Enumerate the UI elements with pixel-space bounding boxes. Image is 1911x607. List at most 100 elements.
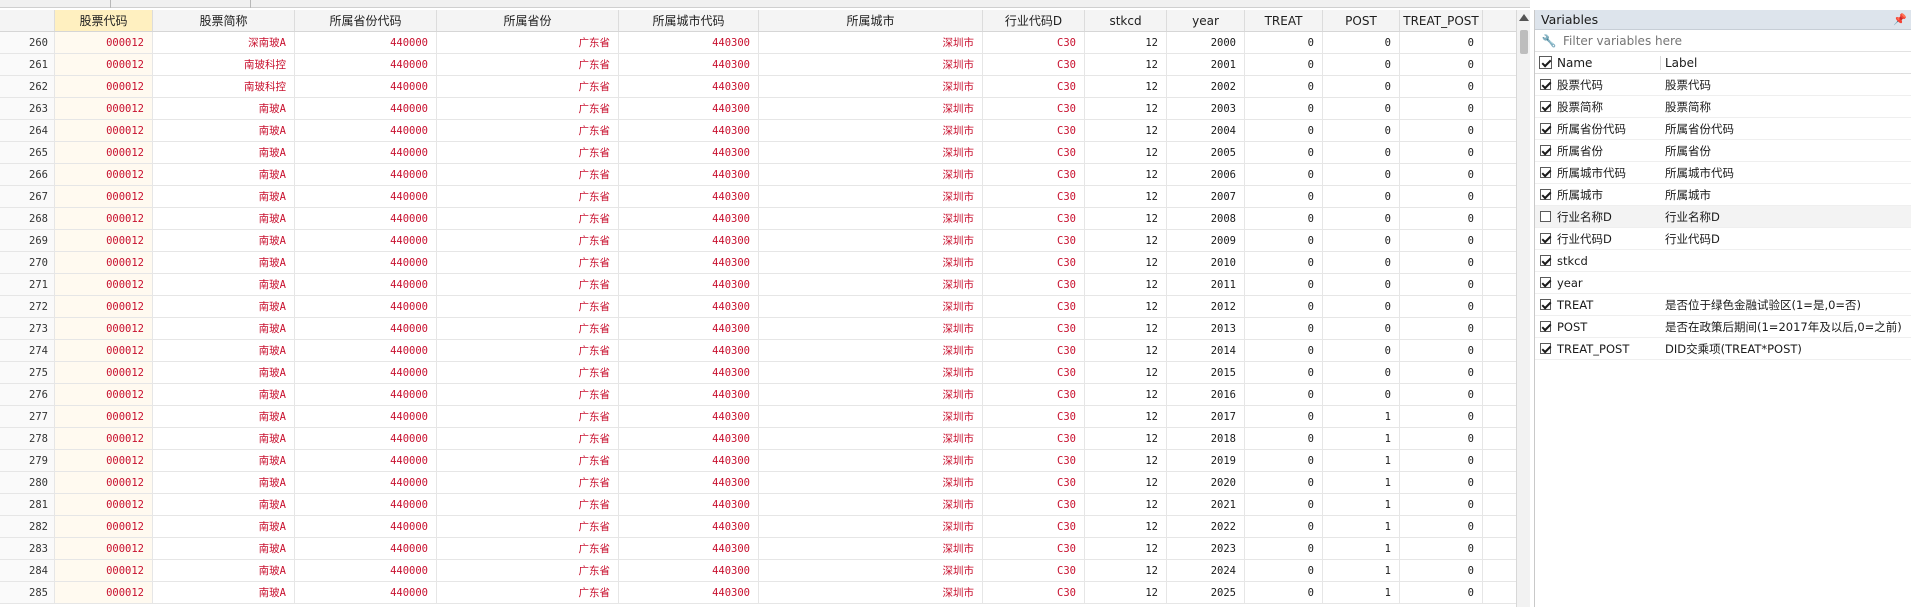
column-header[interactable]: 行业代码D <box>983 10 1085 31</box>
table-cell[interactable]: 440300 <box>619 560 759 581</box>
table-cell[interactable]: 0 <box>1400 208 1483 229</box>
table-cell[interactable]: 440000 <box>295 428 437 449</box>
table-cell[interactable]: 深圳市 <box>759 32 983 53</box>
table-cell[interactable]: 深圳市 <box>759 428 983 449</box>
table-cell[interactable]: 1 <box>1323 450 1400 471</box>
table-cell[interactable]: 广东省 <box>437 516 619 537</box>
table-cell[interactable]: 440300 <box>619 142 759 163</box>
table-cell[interactable]: C30 <box>983 296 1085 317</box>
table-cell[interactable]: 0 <box>1323 362 1400 383</box>
table-cell[interactable]: 0 <box>1323 142 1400 163</box>
table-cell[interactable]: 0 <box>1400 494 1483 515</box>
table-cell[interactable]: 12 <box>1085 428 1167 449</box>
table-cell[interactable]: 12 <box>1085 406 1167 427</box>
table-cell[interactable]: 深圳市 <box>759 582 983 603</box>
variable-row[interactable]: 行业代码D 行业代码D <box>1535 228 1911 250</box>
variable-row[interactable]: 所属城市代码 所属城市代码 <box>1535 162 1911 184</box>
table-cell[interactable]: 2005 <box>1167 142 1245 163</box>
variable-checkbox[interactable] <box>1539 145 1551 156</box>
table-cell[interactable]: 12 <box>1085 120 1167 141</box>
table-cell[interactable]: 2008 <box>1167 208 1245 229</box>
table-cell[interactable]: 0 <box>1323 120 1400 141</box>
table-cell[interactable]: 0 <box>1400 472 1483 493</box>
table-cell[interactable]: 0 <box>1400 582 1483 603</box>
table-cell[interactable]: 440300 <box>619 450 759 471</box>
table-cell[interactable]: 440300 <box>619 230 759 251</box>
table-cell[interactable]: 000012 <box>55 186 153 207</box>
name-column-header[interactable]: Name <box>1555 55 1661 70</box>
table-cell[interactable]: 南玻科控 <box>153 54 295 75</box>
variable-row[interactable]: 所属城市 所属城市 <box>1535 184 1911 206</box>
column-header[interactable]: 所属省份代码 <box>295 10 437 31</box>
table-cell[interactable]: 12 <box>1085 274 1167 295</box>
table-cell[interactable]: 深圳市 <box>759 76 983 97</box>
table-cell[interactable]: 广东省 <box>437 230 619 251</box>
table-cell[interactable]: 0 <box>1400 54 1483 75</box>
table-cell[interactable]: 广东省 <box>437 582 619 603</box>
scroll-thumb[interactable] <box>1520 30 1528 54</box>
table-cell[interactable]: 440300 <box>619 318 759 339</box>
variable-checkbox[interactable] <box>1539 343 1551 354</box>
table-cell[interactable]: 440000 <box>295 516 437 537</box>
table-cell[interactable]: 0 <box>1400 230 1483 251</box>
table-cell[interactable]: 000012 <box>55 472 153 493</box>
table-cell[interactable]: C30 <box>983 142 1085 163</box>
table-cell[interactable]: 440000 <box>295 120 437 141</box>
table-cell[interactable]: 广东省 <box>437 362 619 383</box>
table-cell[interactable]: C30 <box>983 252 1085 273</box>
table-cell[interactable]: 440300 <box>619 494 759 515</box>
table-cell[interactable]: 深圳市 <box>759 296 983 317</box>
table-cell[interactable]: 深圳市 <box>759 98 983 119</box>
table-cell[interactable]: 440000 <box>295 142 437 163</box>
table-cell[interactable]: 广东省 <box>437 538 619 559</box>
table-cell[interactable]: 广东省 <box>437 142 619 163</box>
column-header[interactable]: 所属省份 <box>437 10 619 31</box>
table-cell[interactable]: 南玻A <box>153 98 295 119</box>
table-cell[interactable]: 000012 <box>55 54 153 75</box>
table-cell[interactable]: 南玻A <box>153 120 295 141</box>
table-cell[interactable]: 0 <box>1400 32 1483 53</box>
table-cell[interactable]: 440300 <box>619 32 759 53</box>
variable-checkbox[interactable] <box>1539 277 1551 288</box>
table-cell[interactable]: C30 <box>983 494 1085 515</box>
table-cell[interactable]: 2015 <box>1167 362 1245 383</box>
table-cell[interactable]: 0 <box>1245 450 1323 471</box>
table-cell[interactable]: 1 <box>1323 472 1400 493</box>
column-header[interactable]: stkcd <box>1085 10 1167 31</box>
table-cell[interactable]: C30 <box>983 362 1085 383</box>
table-cell[interactable]: 440000 <box>295 318 437 339</box>
table-cell[interactable]: 0 <box>1245 494 1323 515</box>
variable-row[interactable]: TREAT 是否位于绿色金融试验区(1=是,0=否) <box>1535 294 1911 316</box>
table-cell[interactable]: 南玻A <box>153 362 295 383</box>
table-cell[interactable]: 广东省 <box>437 406 619 427</box>
table-cell[interactable]: C30 <box>983 384 1085 405</box>
variable-checkbox[interactable] <box>1539 189 1551 200</box>
table-cell[interactable]: 南玻A <box>153 318 295 339</box>
table-cell[interactable]: 440000 <box>295 340 437 361</box>
table-cell[interactable]: 0 <box>1400 318 1483 339</box>
table-cell[interactable]: 000012 <box>55 428 153 449</box>
table-cell[interactable]: 2006 <box>1167 164 1245 185</box>
table-cell[interactable]: 0 <box>1323 252 1400 273</box>
table-cell[interactable]: 2022 <box>1167 516 1245 537</box>
table-cell[interactable]: C30 <box>983 516 1085 537</box>
table-cell[interactable]: 000012 <box>55 582 153 603</box>
table-cell[interactable]: 深圳市 <box>759 560 983 581</box>
table-cell[interactable]: 12 <box>1085 142 1167 163</box>
table-cell[interactable]: 000012 <box>55 230 153 251</box>
table-cell[interactable]: 0 <box>1323 318 1400 339</box>
table-cell[interactable]: C30 <box>983 428 1085 449</box>
table-cell[interactable]: 广东省 <box>437 340 619 361</box>
table-cell[interactable]: 440000 <box>295 274 437 295</box>
table-cell[interactable]: 1 <box>1323 538 1400 559</box>
table-cell[interactable]: 0 <box>1323 32 1400 53</box>
table-cell[interactable]: 1 <box>1323 406 1400 427</box>
table-cell[interactable]: 2009 <box>1167 230 1245 251</box>
table-cell[interactable]: 深圳市 <box>759 472 983 493</box>
table-cell[interactable]: 440000 <box>295 494 437 515</box>
table-cell[interactable]: 广东省 <box>437 472 619 493</box>
table-cell[interactable]: 12 <box>1085 76 1167 97</box>
table-cell[interactable]: 广东省 <box>437 186 619 207</box>
table-cell[interactable]: 440000 <box>295 296 437 317</box>
table-cell[interactable]: 深圳市 <box>759 340 983 361</box>
